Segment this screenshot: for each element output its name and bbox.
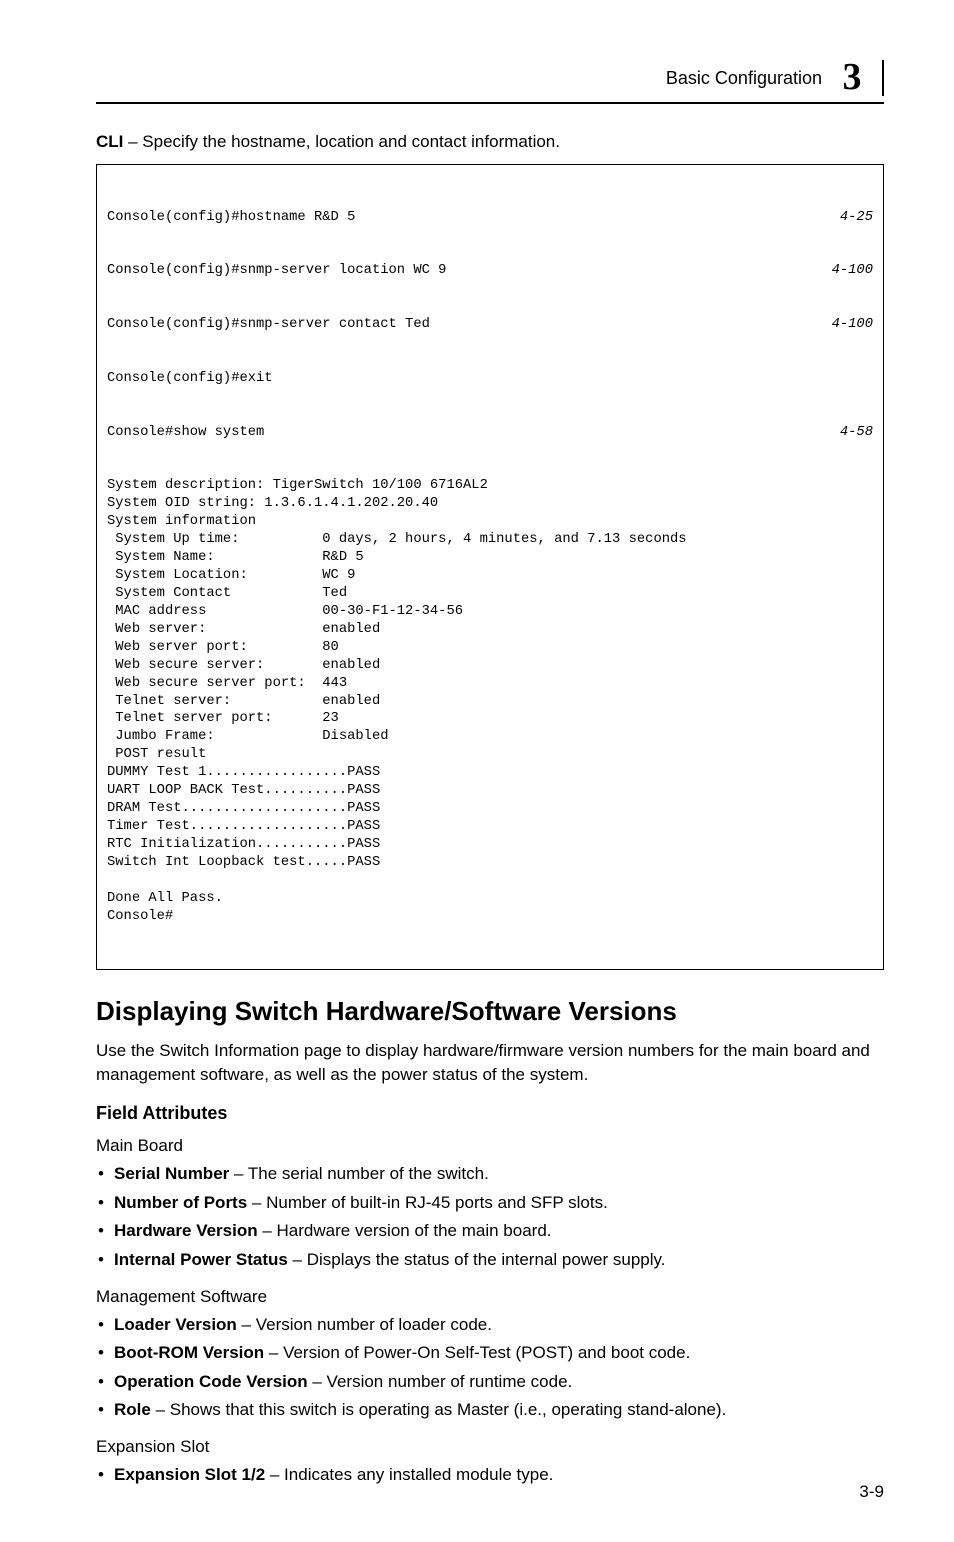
list-item: Internal Power Status – Displays the sta… [96, 1248, 884, 1273]
cli-intro-rest: – Specify the hostname, location and con… [123, 132, 560, 151]
cli-line: Console(config)#snmp-server location WC … [107, 262, 873, 280]
item-bold: Internal Power Status [114, 1250, 288, 1269]
chapter-number-icon: 3 [834, 60, 870, 96]
item-bold: Number of Ports [114, 1193, 247, 1212]
list-item: Expansion Slot 1/2 – Indicates any insta… [96, 1463, 884, 1488]
item-rest: – Displays the status of the internal po… [288, 1250, 666, 1269]
cli-pageref: 4-58 [840, 424, 873, 442]
item-bold: Role [114, 1400, 151, 1419]
list-item: Serial Number – The serial number of the… [96, 1162, 884, 1187]
cli-line: Console#show system 4-58 [107, 424, 873, 442]
cli-pageref: 4-100 [832, 316, 873, 334]
cli-text: Console(config)#snmp-server location WC … [107, 262, 446, 280]
item-bold: Hardware Version [114, 1221, 258, 1240]
cli-body: System description: TigerSwitch 10/100 6… [107, 477, 873, 925]
item-bold: Loader Version [114, 1315, 237, 1334]
cli-line: Console(config)#hostname R&D 5 4-25 [107, 209, 873, 227]
field-attributes-heading: Field Attributes [96, 1103, 884, 1124]
cli-line: Console(config)#snmp-server contact Ted … [107, 316, 873, 334]
cli-intro-bold: CLI [96, 132, 123, 151]
item-rest: – Number of built-in RJ-45 ports and SFP… [247, 1193, 608, 1212]
header-section-title: Basic Configuration [666, 68, 822, 89]
list-item: Boot-ROM Version – Version of Power-On S… [96, 1341, 884, 1366]
item-rest: – Version number of loader code. [237, 1315, 492, 1334]
expansion-slot-heading: Expansion Slot [96, 1437, 884, 1457]
main-board-list: Serial Number – The serial number of the… [96, 1162, 884, 1273]
item-bold: Expansion Slot 1/2 [114, 1465, 265, 1484]
cli-line: Console(config)#exit [107, 370, 873, 388]
header-rule [96, 102, 884, 104]
cli-text: Console(config)#snmp-server contact Ted [107, 316, 430, 334]
cli-output-box: Console(config)#hostname R&D 5 4-25 Cons… [96, 164, 884, 971]
item-bold: Serial Number [114, 1164, 229, 1183]
main-board-heading: Main Board [96, 1136, 884, 1156]
item-rest: – Shows that this switch is operating as… [151, 1400, 726, 1419]
header-divider [882, 60, 884, 96]
cli-text: Console(config)#hostname R&D 5 [107, 209, 355, 227]
list-item: Operation Code Version – Version number … [96, 1370, 884, 1395]
running-header: Basic Configuration 3 [96, 60, 884, 96]
cli-intro: CLI – Specify the hostname, location and… [96, 130, 884, 154]
list-item: Number of Ports – Number of built-in RJ-… [96, 1191, 884, 1216]
item-rest: – The serial number of the switch. [229, 1164, 489, 1183]
section-title: Displaying Switch Hardware/Software Vers… [96, 996, 884, 1027]
cli-text: Console(config)#exit [107, 370, 273, 388]
cli-text: Console#show system [107, 424, 264, 442]
cli-pageref: 4-100 [832, 262, 873, 280]
item-rest: – Indicates any installed module type. [265, 1465, 553, 1484]
cli-pageref: 4-25 [840, 209, 873, 227]
mgmt-software-heading: Management Software [96, 1287, 884, 1307]
item-bold: Boot-ROM Version [114, 1343, 264, 1362]
page: Basic Configuration 3 CLI – Specify the … [0, 0, 954, 1542]
list-item: Role – Shows that this switch is operati… [96, 1398, 884, 1423]
expansion-slot-list: Expansion Slot 1/2 – Indicates any insta… [96, 1463, 884, 1488]
item-rest: – Hardware version of the main board. [258, 1221, 552, 1240]
list-item: Loader Version – Version number of loade… [96, 1313, 884, 1338]
item-rest: – Version of Power-On Self-Test (POST) a… [264, 1343, 690, 1362]
page-number: 3-9 [859, 1482, 884, 1502]
mgmt-software-list: Loader Version – Version number of loade… [96, 1313, 884, 1424]
section-intro: Use the Switch Information page to displ… [96, 1039, 884, 1087]
list-item: Hardware Version – Hardware version of t… [96, 1219, 884, 1244]
